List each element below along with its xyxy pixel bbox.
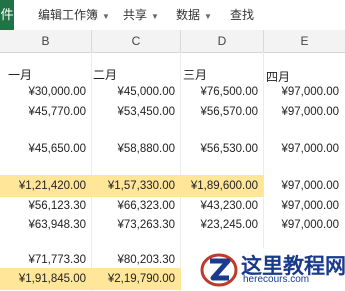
chevron-down-icon: ▼ [204, 12, 212, 21]
cell-b6[interactable]: ¥63,948.30 [0, 214, 92, 236]
cell-c3[interactable]: ¥58,880.00 [92, 138, 181, 160]
file-tab[interactable]: 件 [0, 0, 14, 30]
site-watermark: 这里教程网 herecours.com [197, 248, 345, 291]
cell-c6[interactable]: ¥73,263.30 [92, 214, 181, 236]
column-header-b[interactable]: B [0, 30, 92, 52]
cell-c4[interactable]: ¥1,57,330.00 [92, 175, 181, 197]
cell-b3[interactable]: ¥45,650.00 [0, 138, 92, 160]
watermark-logo-icon [200, 253, 238, 287]
cell-c2[interactable]: ¥53,450.00 [92, 101, 181, 123]
cell-b8[interactable]: ¥1,91,845.00 [0, 268, 92, 290]
chevron-down-icon: ▼ [151, 12, 159, 21]
cell-e1[interactable]: ¥97,000.00 [264, 81, 345, 103]
menu-data[interactable]: 数据 ▼ [176, 0, 212, 30]
cell-c8[interactable]: ¥2,19,790.00 [92, 268, 181, 290]
cell-d6[interactable]: ¥23,245.00 [181, 214, 264, 236]
menu-edit-workbook-label: 编辑工作簿 [38, 8, 99, 22]
cell-b1[interactable]: ¥30,000.00 [0, 81, 92, 103]
cell-d4[interactable]: ¥1,89,600.00 [181, 175, 264, 197]
column-header-e[interactable]: E [264, 30, 345, 52]
cell-d1[interactable]: ¥76,500.00 [181, 81, 264, 103]
menu-edit-workbook[interactable]: 编辑工作簿 ▼ [38, 0, 110, 30]
cell-c1[interactable]: ¥45,000.00 [92, 81, 181, 103]
cell-e2[interactable]: ¥97,000.00 [264, 101, 345, 123]
column-header-d[interactable]: D [181, 30, 264, 52]
cell-b4[interactable]: ¥1,21,420.00 [0, 175, 92, 197]
menu-find[interactable]: 查找 [230, 0, 254, 30]
cell-b2[interactable]: ¥45,770.00 [0, 101, 92, 123]
column-header-c[interactable]: C [92, 30, 181, 52]
menu-find-label: 查找 [230, 8, 255, 22]
menu-data-label: 数据 [176, 8, 201, 22]
column-header-row: B C D E [0, 30, 345, 53]
ribbon-menu-bar: 件 编辑工作簿 ▼ 共享 ▼ 数据 ▼ 查找 [0, 0, 345, 31]
chevron-down-icon: ▼ [102, 12, 110, 21]
watermark-url: herecours.com [243, 274, 310, 285]
cell-d3[interactable]: ¥56,530.00 [181, 138, 264, 160]
cell-e3[interactable]: ¥97,000.00 [264, 138, 345, 160]
cell-e4[interactable]: ¥97,000.00 [264, 175, 345, 197]
cell-d2[interactable]: ¥56,570.00 [181, 101, 264, 123]
menu-share[interactable]: 共享 ▼ [123, 0, 159, 30]
cell-e6[interactable]: ¥97,000.00 [264, 214, 345, 236]
menu-share-label: 共享 [123, 8, 148, 22]
